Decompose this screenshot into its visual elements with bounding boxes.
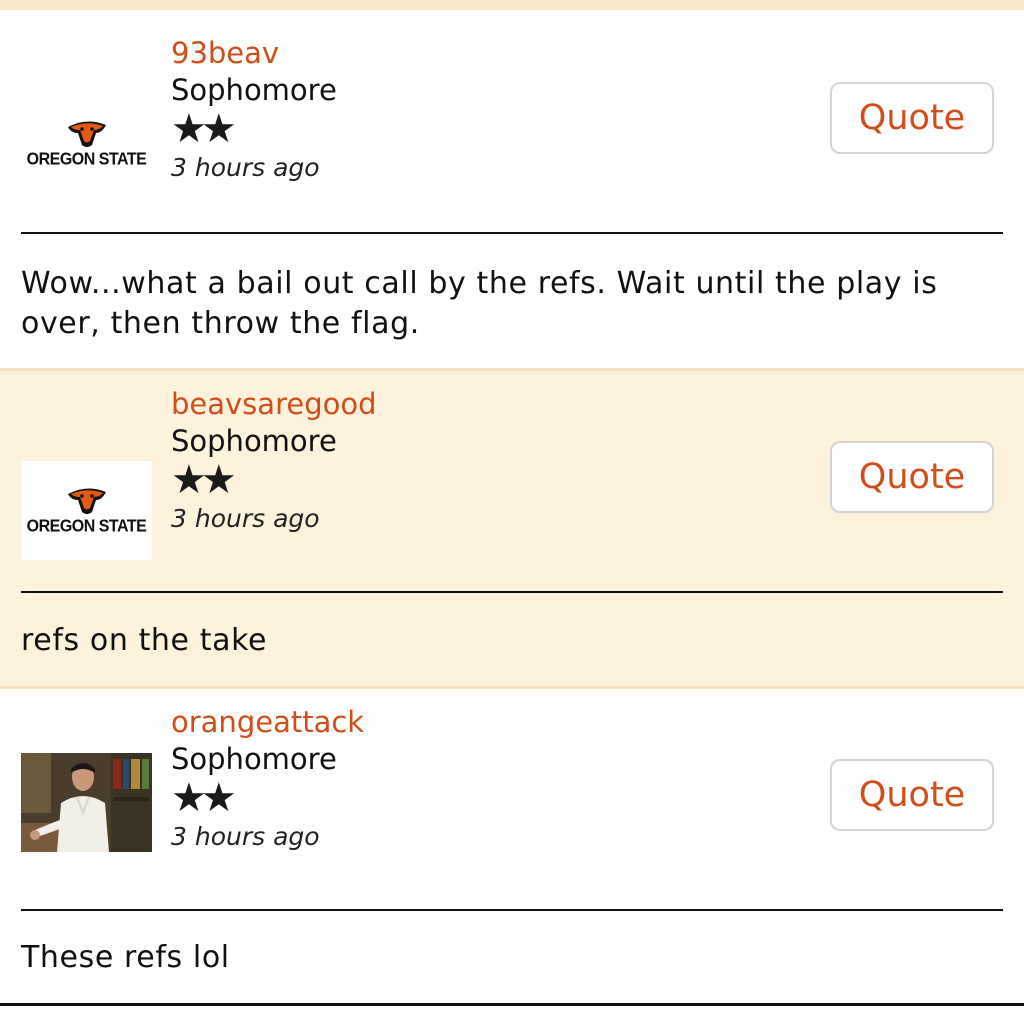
- post-divider: [21, 591, 1003, 593]
- quote-button[interactable]: Quote: [830, 441, 994, 513]
- quote-button[interactable]: Quote: [830, 82, 994, 154]
- post-item: OREGON STATE beavsaregood Sophomore ★★ 3…: [0, 368, 1024, 686]
- avatar[interactable]: OREGON STATE: [21, 461, 152, 560]
- post-item: orangeattack Sophomore ★★ 3 hours ago Qu…: [0, 686, 1024, 1006]
- oregon-state-logo: OREGON STATE: [21, 486, 152, 536]
- quote-button[interactable]: Quote: [830, 759, 994, 831]
- oregon-state-logo: OREGON STATE: [21, 119, 152, 169]
- avatar[interactable]: OREGON STATE: [21, 94, 152, 193]
- beaver-icon: [67, 120, 106, 147]
- post-timestamp: 3 hours ago: [171, 153, 320, 182]
- post-timestamp: 3 hours ago: [171, 504, 320, 533]
- avatar-photo: [21, 753, 152, 852]
- user-rank: Sophomore: [171, 424, 337, 458]
- username-link[interactable]: beavsaregood: [171, 385, 377, 423]
- post-meta: 93beav Sophomore ★★ 3 hours ago: [171, 34, 337, 188]
- post-meta: beavsaregood Sophomore ★★ 3 hours ago: [171, 385, 377, 539]
- logo-text: OREGON STATE: [26, 516, 147, 536]
- top-separator: [0, 0, 1024, 10]
- post-divider: [21, 909, 1003, 911]
- rank-stars-icon: ★★: [171, 775, 237, 821]
- user-rank: Sophomore: [171, 73, 337, 107]
- username-link[interactable]: orangeattack: [171, 703, 364, 741]
- post-meta: orangeattack Sophomore ★★ 3 hours ago: [171, 703, 364, 857]
- rank-stars-icon: ★★: [171, 457, 237, 503]
- post-item: OREGON STATE 93beav Sophomore ★★ 3 hours…: [0, 10, 1024, 368]
- post-divider: [21, 232, 1003, 234]
- person-icon: [21, 753, 152, 852]
- user-rank: Sophomore: [171, 742, 337, 776]
- avatar[interactable]: [21, 753, 152, 852]
- rank-stars-icon: ★★: [171, 106, 237, 152]
- post-timestamp: 3 hours ago: [171, 822, 320, 851]
- beaver-icon: [67, 487, 106, 514]
- logo-text: OREGON STATE: [26, 149, 147, 169]
- post-body: refs on the take: [21, 623, 268, 658]
- bottom-separator: [0, 1003, 1024, 1006]
- post-body: These refs lol: [21, 940, 230, 975]
- post-body: Wow...what a bail out call by the refs. …: [21, 266, 938, 341]
- username-link[interactable]: 93beav: [171, 34, 337, 72]
